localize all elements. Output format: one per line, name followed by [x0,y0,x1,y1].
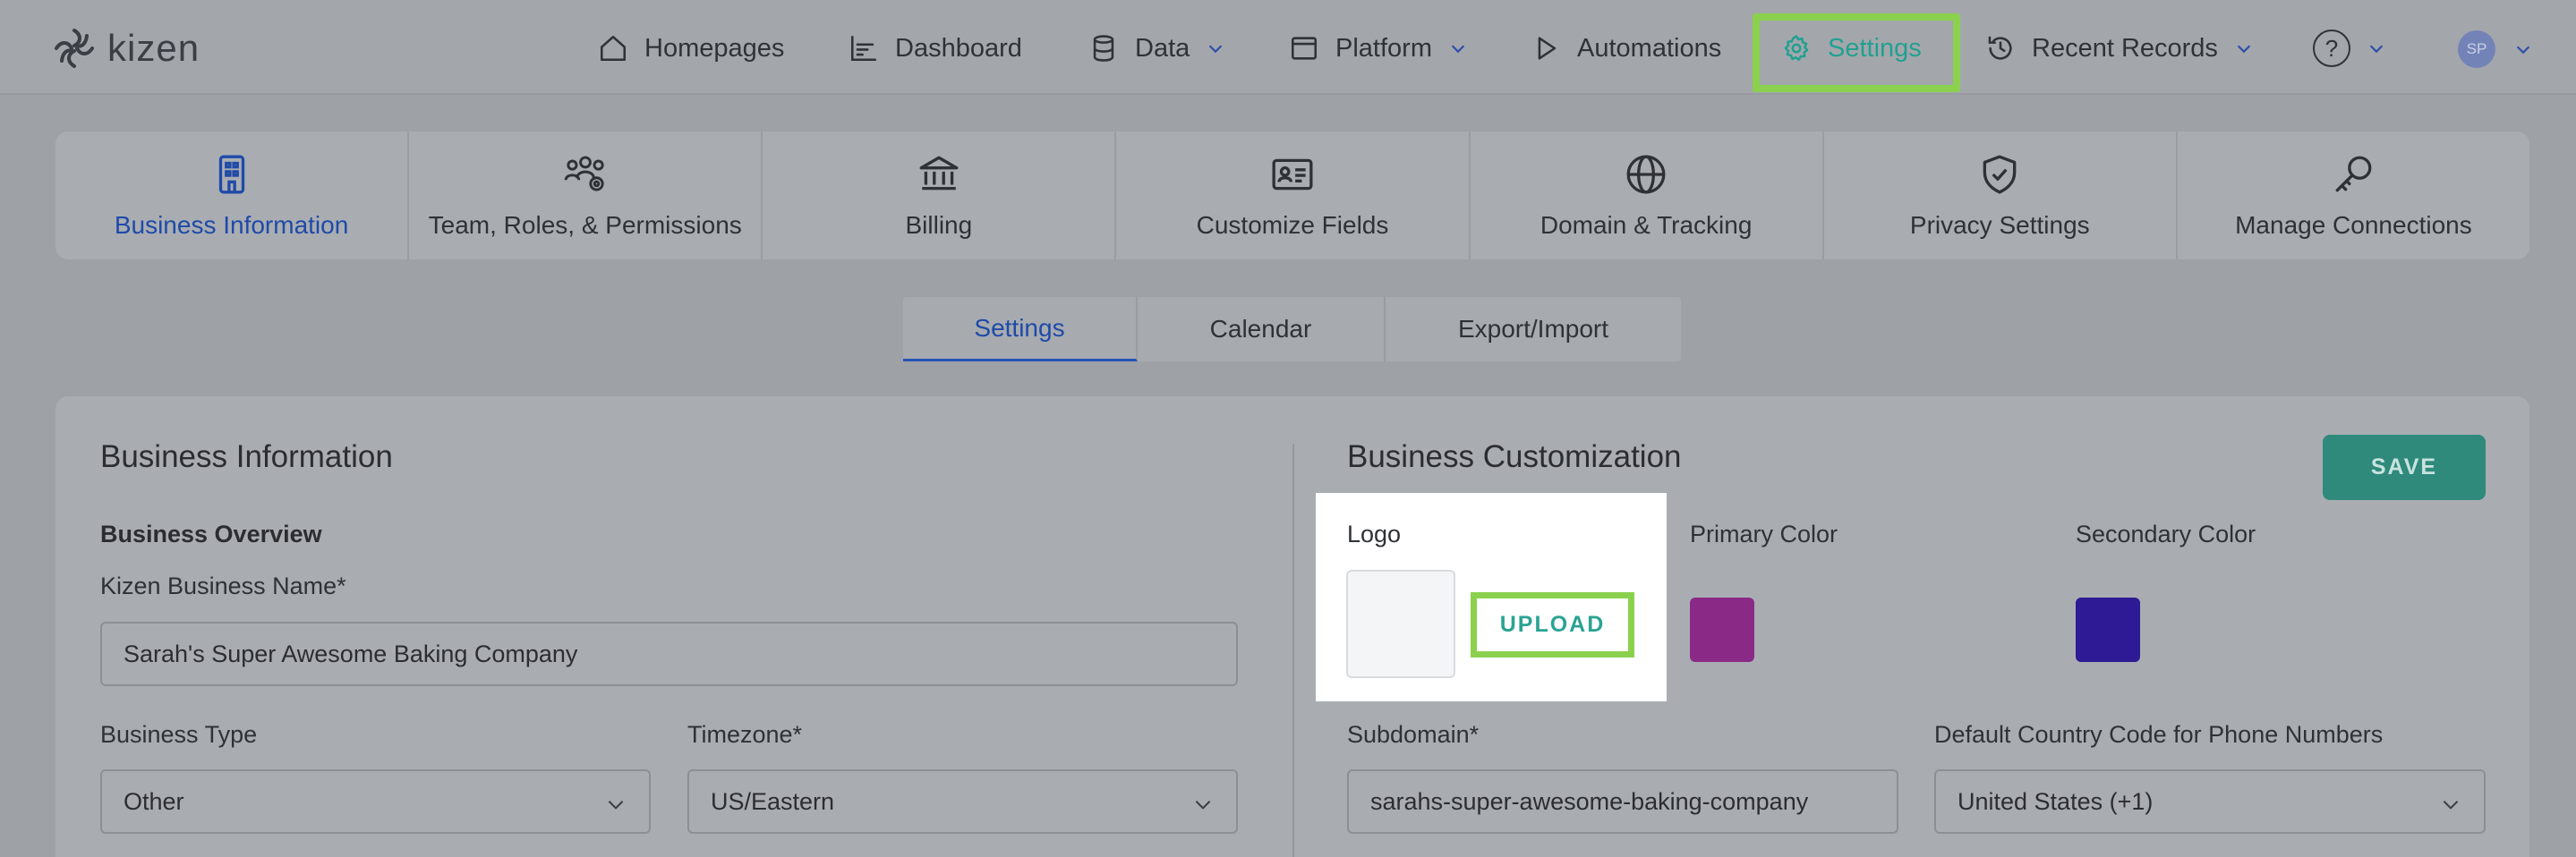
tab-label: Customize Fields [1196,210,1389,239]
secondary-color-label: Secondary Color [2076,521,2256,547]
logo-label: Logo [1347,521,1402,547]
tab-privacy-settings[interactable]: Privacy Settings [1824,132,2178,259]
primary-color-label: Primary Color [1690,521,1838,547]
tab-label: Business Information [114,210,349,239]
tab-billing[interactable]: Billing [763,132,1117,259]
timezone-select[interactable]: US/Eastern [687,769,1238,834]
chevron-down-icon [2369,45,2384,54]
primary-color-swatch[interactable] [1690,598,1754,662]
id-card-icon [1272,158,1313,190]
subtab-calendar[interactable]: Calendar [1138,297,1386,361]
business-name-label: Kizen Business Name* [100,573,346,599]
nav-automations-label: Automations [1577,33,1722,63]
nav-homepages[interactable]: Homepages [598,23,784,73]
nav-platform-label: Platform [1335,33,1432,63]
timezone-label: Timezone* [687,721,803,748]
kizen-logo[interactable]: kizen [52,23,200,73]
top-navigation-bar: kizen Homepages Dashboard Data Platform … [0,0,2576,95]
subtab-settings[interactable]: Settings [903,297,1138,361]
chevron-down-icon[interactable] [2513,39,2533,59]
country-code-label: Default Country Code for Phone Numbers [1934,721,2384,748]
chevron-down-icon [1195,801,1211,810]
chevron-down-icon [1209,45,1223,54]
settings-tabs: Business Information Team, Roles, & Perm… [55,132,2529,259]
nav-recent-records-label: Recent Records [2032,33,2218,63]
subdomain-label: Subdomain* [1347,721,1480,748]
help-icon: ? [2313,30,2350,67]
country-code-select[interactable]: United States (+1) [1934,769,2486,834]
tab-manage-connections[interactable]: Manage Connections [2178,132,2529,259]
kizen-logo-icon [55,29,94,68]
subdomain-field[interactable]: sarahs-super-awesome-baking-company [1347,769,1898,834]
home-icon [600,35,627,62]
tab-label: Domain & Tracking [1540,210,1753,239]
nav-dashboard-label: Dashboard [895,33,1022,63]
bank-icon [919,156,959,190]
nav-data-label: Data [1135,33,1190,63]
building-icon [218,155,244,193]
nav-homepages-label: Homepages [644,33,785,63]
tab-label: Manage Connections [2235,210,2472,239]
chevron-down-icon [2443,801,2459,810]
subdomain-value: sarahs-super-awesome-baking-company [1370,787,1809,815]
tab-customize-fields[interactable]: Customize Fields [1116,132,1471,259]
logo-preview [1346,570,1455,678]
tab-domain-tracking[interactable]: Domain & Tracking [1471,132,1824,259]
settings-highlight-box [1753,13,1960,92]
business-customization-heading: Business Customization [1347,439,1682,474]
settings-subtabs: Settings Calendar Export/Import [903,297,1681,361]
tab-label: Billing [905,210,973,239]
country-code-value: United States (+1) [1958,787,2154,815]
business-overview-heading: Business Overview [100,521,322,547]
play-icon [1538,37,1557,60]
nav-automations[interactable]: Automations [1531,23,1721,73]
window-icon [1291,37,1318,60]
brand-name: kizen [107,27,200,69]
business-type-value: Other [124,787,184,815]
user-avatar[interactable]: SP [2458,30,2495,68]
history-icon [1988,36,2012,60]
shield-icon [1983,155,2017,193]
secondary-color-swatch[interactable] [2076,598,2140,662]
globe-icon [1626,155,1666,193]
tab-label: Privacy Settings [1909,210,2090,239]
business-type-select[interactable]: Other [100,769,651,834]
database-icon [1093,35,1114,62]
team-icon [564,156,604,191]
section-divider [1292,444,1294,857]
upload-logo-button[interactable]: UPLOAD [1471,592,1634,658]
business-name-value: Sarah's Super Awesome Baking Company [124,640,578,667]
chevron-down-icon [2237,45,2251,54]
nav-data[interactable]: Data [1088,23,1225,73]
tab-team-roles-permissions[interactable]: Team, Roles, & Permissions [409,132,763,259]
business-name-field[interactable]: Sarah's Super Awesome Baking Company [100,622,1238,686]
business-information-heading: Business Information [100,439,393,474]
timezone-value: US/Eastern [711,787,835,815]
subtab-export-import[interactable]: Export/Import [1386,297,1681,361]
chevron-down-icon [608,801,624,810]
key-icon [2336,156,2372,191]
nav-dashboard[interactable]: Dashboard [849,23,1022,73]
chevron-down-icon [1451,45,1465,54]
business-type-label: Business Type [100,721,258,748]
tab-label: Team, Roles, & Permissions [428,210,742,239]
save-button[interactable]: SAVE [2323,435,2486,500]
bar-chart-icon [850,35,877,62]
nav-platform[interactable]: Platform [1289,23,1468,73]
help-menu[interactable]: ? [2313,23,2386,73]
nav-recent-records[interactable]: Recent Records [1985,23,2254,73]
tab-business-information[interactable]: Business Information [55,132,410,259]
